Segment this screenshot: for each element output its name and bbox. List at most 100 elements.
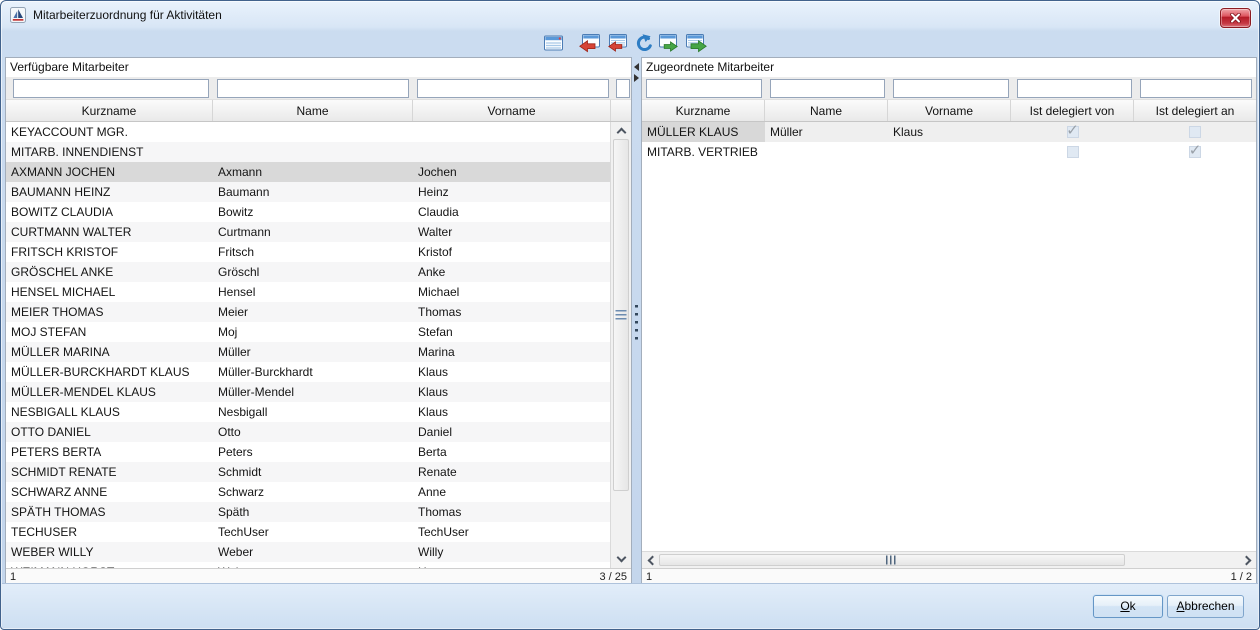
filter-delegiert-von-input[interactable]: [1017, 79, 1132, 98]
cell-name: Gröschl: [213, 262, 413, 282]
cell-kurzname: CURTMANN WALTER: [6, 222, 213, 242]
vertical-scrollbar-thumb[interactable]: [613, 139, 629, 491]
collapse-left-icon[interactable]: [634, 63, 639, 71]
remove-all-assignments-icon: [606, 33, 628, 53]
filter-kurzname-input[interactable]: [646, 79, 762, 98]
column-header-kurzname[interactable]: Kurzname: [6, 100, 213, 121]
cell-vorname: Jochen: [413, 162, 611, 182]
available-row[interactable]: MITARB. INNENDIENST: [6, 142, 611, 162]
available-row[interactable]: SCHWARZ ANNESchwarzAnne: [6, 482, 611, 502]
cell-vorname: Anne: [413, 482, 611, 502]
app-logo-icon: [10, 7, 26, 23]
cell-vorname: Thomas: [413, 302, 611, 322]
cell-kurzname: KEYACCOUNT MGR.: [6, 122, 213, 142]
collapse-right-icon[interactable]: [634, 74, 639, 82]
assigned-header-row: Kurzname Name Vorname Ist delegiert von …: [642, 100, 1256, 122]
close-icon: [1230, 13, 1241, 23]
cell-vorname: Klaus: [413, 402, 611, 422]
available-row[interactable]: KEYACCOUNT MGR.: [6, 122, 611, 142]
available-row[interactable]: MOJ STEFANMojStefan: [6, 322, 611, 342]
available-row[interactable]: GRÖSCHEL ANKEGröschlAnke: [6, 262, 611, 282]
available-row[interactable]: BAUMANN HEINZBaumannHeinz: [6, 182, 611, 202]
filter-kurzname-input[interactable]: [13, 79, 209, 98]
ok-button[interactable]: Ok: [1093, 595, 1163, 618]
assign-button[interactable]: [657, 32, 681, 54]
remove-all-assignments-button[interactable]: [605, 32, 629, 54]
filter-vorname-input[interactable]: [417, 79, 609, 98]
remove-assignment-button[interactable]: [578, 32, 602, 54]
column-header-vorname[interactable]: Vorname: [413, 100, 611, 121]
column-header-vorname[interactable]: Vorname: [888, 100, 1011, 121]
checkbox[interactable]: [1067, 146, 1079, 158]
cell-vorname: Horst: [413, 562, 611, 568]
undo-button[interactable]: [631, 32, 655, 54]
assigned-table: MÜLLER KLAUSMüllerKlaus✓MITARB. VERTRIEB…: [642, 122, 1256, 551]
cell-vorname: Walter: [413, 222, 611, 242]
cell-vorname: Claudia: [413, 202, 611, 222]
scroll-up-button[interactable]: [611, 122, 631, 139]
table-settings-button[interactable]: [541, 32, 565, 54]
scroll-left-button[interactable]: [642, 552, 659, 568]
available-row[interactable]: SCHMIDT RENATESchmidtRenate: [6, 462, 611, 482]
filter-scroll-corner-box[interactable]: [616, 79, 630, 98]
cell-name: Müller: [765, 122, 888, 142]
cell-vorname: Daniel: [413, 422, 611, 442]
column-header-kurzname[interactable]: Kurzname: [642, 100, 765, 121]
available-row[interactable]: HENSEL MICHAELHenselMichael: [6, 282, 611, 302]
available-row[interactable]: WEBER WILLYWeberWilly: [6, 542, 611, 562]
available-row[interactable]: WEIMANN HORSTWeimannHorst: [6, 562, 611, 568]
cell-name: Otto: [213, 422, 413, 442]
cell-vorname: TechUser: [413, 522, 611, 542]
cell-kurzname: MITARB. VERTRIEB: [642, 142, 765, 162]
available-row[interactable]: TECHUSERTechUserTechUser: [6, 522, 611, 542]
available-row[interactable]: PETERS BERTAPetersBerta: [6, 442, 611, 462]
filter-vorname-input[interactable]: [893, 79, 1009, 98]
available-row[interactable]: CURTMANN WALTERCurtmannWalter: [6, 222, 611, 242]
chevron-down-icon: [616, 553, 626, 563]
scroll-down-button[interactable]: [611, 551, 631, 568]
cell-kurzname: FRITSCH KRISTOF: [6, 242, 213, 262]
horizontal-scrollbar-thumb[interactable]: [659, 554, 1125, 566]
available-row[interactable]: MÜLLER MARINAMüllerMarina: [6, 342, 611, 362]
cell-kurzname: NESBIGALL KLAUS: [6, 402, 213, 422]
assigned-row[interactable]: MÜLLER KLAUSMüllerKlaus✓: [642, 122, 1256, 142]
close-button[interactable]: [1220, 8, 1251, 28]
available-row[interactable]: MÜLLER-BURCKHARDT KLAUSMüller-Burckhardt…: [6, 362, 611, 382]
column-header-name[interactable]: Name: [765, 100, 888, 121]
available-row[interactable]: FRITSCH KRISTOFFritschKristof: [6, 242, 611, 262]
cell-vorname: Berta: [413, 442, 611, 462]
assigned-panel: Zugeordnete Mitarbeiter Kurzname Name Vo…: [641, 57, 1257, 585]
available-row[interactable]: MEIER THOMASMeierThomas: [6, 302, 611, 322]
assigned-row[interactable]: MITARB. VERTRIEB✓: [642, 142, 1256, 162]
cell-name: TechUser: [213, 522, 413, 542]
chevron-right-icon: [1241, 555, 1251, 565]
cell-name: Weimann: [213, 562, 413, 568]
column-header-delegiert-an[interactable]: Ist delegiert an: [1134, 100, 1256, 121]
titlebar[interactable]: Mitarbeiterzuordnung für Aktivitäten: [1, 1, 1259, 29]
cell-vorname: Klaus: [413, 382, 611, 402]
cell-kurzname: SCHMIDT RENATE: [6, 462, 213, 482]
filter-name-input[interactable]: [770, 79, 885, 98]
cancel-button[interactable]: Abbrechen: [1167, 595, 1244, 618]
filter-name-input[interactable]: [217, 79, 409, 98]
scroll-right-button[interactable]: [1239, 552, 1256, 568]
available-row[interactable]: NESBIGALL KLAUSNesbigallKlaus: [6, 402, 611, 422]
panel-splitter[interactable]: [632, 57, 641, 585]
undo-icon: [633, 33, 653, 53]
remove-assignment-icon: [579, 33, 601, 53]
assign-all-button[interactable]: [684, 32, 708, 54]
chevron-up-icon: [616, 128, 626, 138]
checkbox[interactable]: [1189, 126, 1201, 138]
cell-kurzname: MOJ STEFAN: [6, 322, 213, 342]
available-row[interactable]: BOWITZ CLAUDIABowitzClaudia: [6, 202, 611, 222]
available-row[interactable]: MÜLLER-MENDEL KLAUSMüller-MendelKlaus: [6, 382, 611, 402]
available-row[interactable]: SPÄTH THOMASSpäthThomas: [6, 502, 611, 522]
available-row[interactable]: OTTO DANIELOttoDaniel: [6, 422, 611, 442]
cell-vorname: [888, 142, 1011, 162]
cell-kurzname: HENSEL MICHAEL: [6, 282, 213, 302]
column-header-name[interactable]: Name: [213, 100, 413, 121]
filter-delegiert-an-input[interactable]: [1140, 79, 1252, 98]
available-row[interactable]: AXMANN JOCHENAxmannJochen: [6, 162, 611, 182]
assigned-status-left: 1: [646, 570, 652, 584]
column-header-delegiert-von[interactable]: Ist delegiert von: [1011, 100, 1134, 121]
